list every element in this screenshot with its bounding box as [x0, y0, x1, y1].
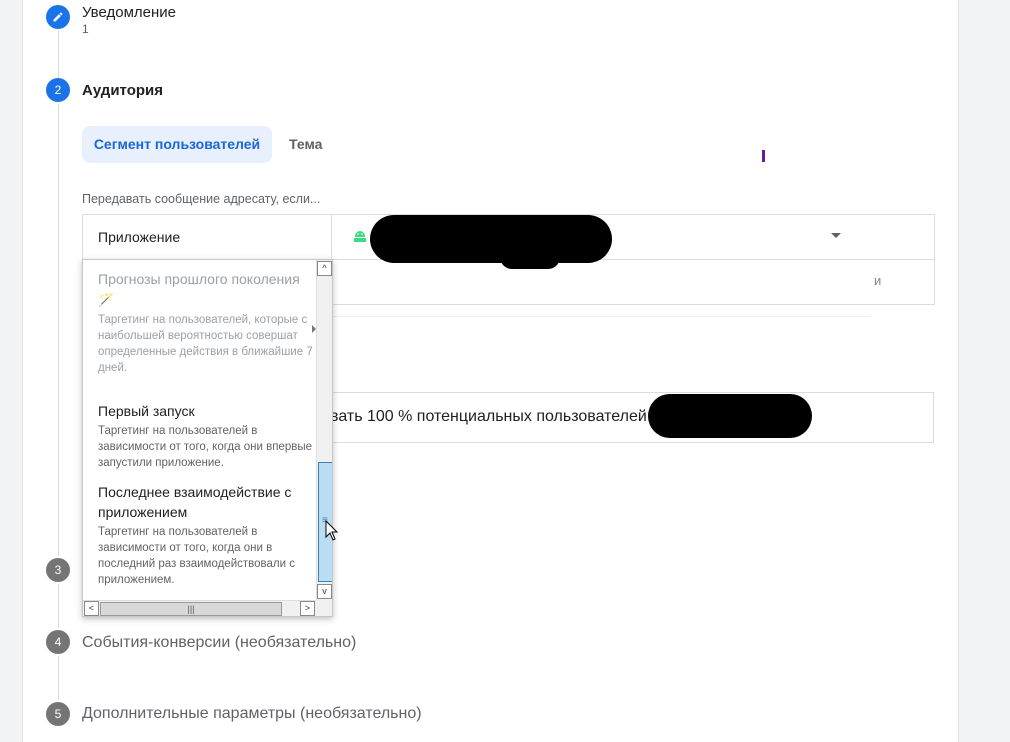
condition-label[interactable]: Приложение [98, 229, 180, 245]
tab-user-segment[interactable]: Сегмент пользователей [82, 126, 272, 163]
option-title: Прогнозы прошлого поколения [98, 271, 300, 287]
step-connector [58, 30, 59, 78]
scrollbar-corner [316, 600, 332, 616]
step-2-number: 2 [46, 78, 70, 102]
option-predictions: Прогнозы прошлого поколения 🪄 Таргетинг … [98, 269, 313, 376]
step-connector [58, 104, 59, 556]
chevron-down-icon[interactable] [831, 233, 841, 238]
scroll-down-button[interactable]: v [317, 584, 332, 599]
edit-step-button[interactable] [46, 5, 70, 29]
step-5-number: 5 [46, 702, 70, 726]
step-1-subtitle: 1 [82, 22, 89, 36]
option-title: Первый запуск [98, 403, 195, 419]
scroll-right-button[interactable]: > [300, 601, 315, 616]
step-1-title[interactable]: Уведомление [82, 4, 176, 21]
dropdown-list[interactable]: Прогнозы прошлого поколения 🪄 Таргетинг … [83, 260, 316, 600]
targeting-hint: Передавать сообщение адресату, если... [82, 192, 321, 206]
step-3-number: 3 [46, 558, 70, 582]
option-description: Таргетинг на пользователей в зависимости… [98, 425, 312, 469]
scrollbar-thumb[interactable]: ||| [100, 602, 282, 616]
option-description: Таргетинг на пользователей в зависимости… [98, 526, 295, 586]
horizontal-scrollbar[interactable]: < ||| > [83, 600, 316, 616]
step-4-number: 4 [46, 630, 70, 654]
option-last-engagement[interactable]: Последнее взаимодействие с приложением Т… [98, 482, 313, 588]
option-first-launch[interactable]: Первый запуск Таргетинг на пользователей… [98, 401, 313, 471]
pencil-icon [53, 12, 63, 22]
redacted-app-name [500, 245, 560, 269]
text-cursor-mark [762, 150, 765, 162]
magic-wand-icon: 🪄 [98, 292, 115, 307]
and-operator[interactable]: и [874, 273, 881, 288]
step-2-title[interactable]: Аудитория [82, 82, 163, 99]
option-description: Таргетинг на пользователей, которые с на… [98, 314, 313, 374]
step-connector [58, 656, 59, 700]
scroll-left-button[interactable]: < [84, 601, 99, 616]
condition-dropdown[interactable]: Прогнозы прошлого поколения 🪄 Таргетинг … [82, 259, 333, 617]
android-icon [353, 229, 367, 245]
mouse-cursor-icon [325, 520, 339, 541]
reach-box: вать 100 % потенциальных пользователей [320, 392, 934, 443]
step-4-title[interactable]: События-конверсии (необязательно) [82, 634, 356, 652]
option-title: Последнее взаимодействие с приложением [98, 484, 292, 520]
step-connector [58, 584, 59, 628]
scroll-up-button[interactable]: ^ [317, 261, 332, 276]
divider [330, 316, 870, 317]
reach-text: вать 100 % потенциальных пользователей [330, 408, 647, 425]
vertical-scrollbar[interactable]: ^ ≡ v [316, 260, 332, 600]
tab-topic[interactable]: Тема [281, 126, 330, 163]
redacted-app-name [370, 215, 612, 263]
redacted-reach-value [648, 394, 812, 438]
step-5-title[interactable]: Дополнительные параметры (необязательно) [82, 705, 422, 723]
